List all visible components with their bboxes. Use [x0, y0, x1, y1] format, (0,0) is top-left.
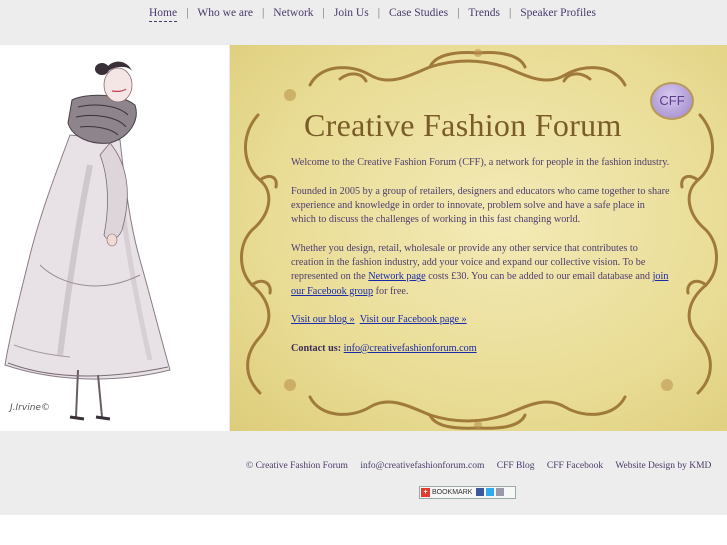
intro-paragraph: Welcome to the Creative Fashion Forum (C… [291, 157, 670, 168]
nav-separator: | [186, 7, 189, 19]
bookmark-share-button[interactable]: + BOOKMARK [419, 486, 516, 499]
bookmark-label: BOOKMARK [432, 489, 473, 496]
top-navigation-bar: Home | Who we are | Network | Join Us | Case Stu… [0, 0, 727, 44]
welcome-panel: CFF Creative Fashion Forum Welcome to th… [230, 45, 727, 431]
footer-design-credit[interactable]: Website Design by KMD [615, 461, 711, 471]
footer-email-link[interactable]: info@creativefashionforum.com [360, 461, 484, 471]
footer-facebook-link[interactable]: CFF Facebook [547, 461, 603, 471]
nav-case-studies[interactable]: Case Studies [389, 7, 448, 19]
twitter-icon [486, 488, 495, 497]
nav-separator: | [322, 7, 325, 19]
contact-line: Contact us: info@creativefashionforum.co… [291, 342, 671, 356]
nav-separator: | [261, 7, 265, 19]
page-title: Creative Fashion Forum [304, 107, 622, 143]
main-nav: Home | Who we are | Network | Join Us | Case Stu… [149, 7, 596, 22]
nav-speaker-profiles[interactable]: Speaker Profiles [520, 7, 596, 19]
nav-join-us[interactable]: Join Us [334, 7, 369, 19]
illustration-signature: J.Irvine© [10, 403, 50, 413]
join-paragraph: Whether you design, retail, wholesale or… [291, 242, 671, 299]
plus-icon: + [421, 488, 430, 497]
email-icon [496, 488, 505, 497]
nav-separator: | [457, 7, 460, 19]
facebook-icon [476, 488, 485, 497]
nav-separator: | [508, 7, 512, 19]
footer-blog-link[interactable]: CFF Blog [497, 461, 535, 471]
fashion-illustration: J.Irvine© [0, 45, 229, 431]
visit-blog-link[interactable]: Visit our blog » [291, 314, 355, 325]
footer-links: © Creative Fashion Forum info@creativefa… [246, 461, 721, 471]
visit-links: Visit our blog » Visit our Facebook page… [291, 313, 671, 327]
fashion-sketch-drawing [0, 45, 229, 431]
contact-email-link[interactable]: info@creativefashionforum.com [344, 343, 477, 354]
join-text-end: for free. [373, 285, 409, 297]
nav-home[interactable]: Home [149, 7, 178, 22]
welcome-content: Welcome to the Creative Fashion Forum (C… [291, 156, 671, 370]
cff-logo-badge: CFF [650, 82, 694, 120]
visit-facebook-link[interactable]: Visit our Facebook page » [360, 314, 467, 325]
contact-label: Contact us: [291, 342, 342, 354]
footer-copyright: © Creative Fashion Forum [246, 461, 348, 471]
network-page-link[interactable]: Network page [368, 271, 425, 282]
nav-network[interactable]: Network [273, 7, 313, 19]
nav-trends[interactable]: Trends [468, 7, 500, 19]
nav-separator: | [377, 7, 380, 19]
footer: © Creative Fashion Forum info@creativefa… [0, 431, 727, 515]
join-text-mid: costs £30. You can be added to our email… [425, 271, 653, 283]
nav-who-we-are[interactable]: Who we are [197, 7, 253, 19]
about-paragraph: Founded in 2005 by a group of retailers,… [291, 185, 670, 226]
page-bottom [0, 515, 727, 545]
